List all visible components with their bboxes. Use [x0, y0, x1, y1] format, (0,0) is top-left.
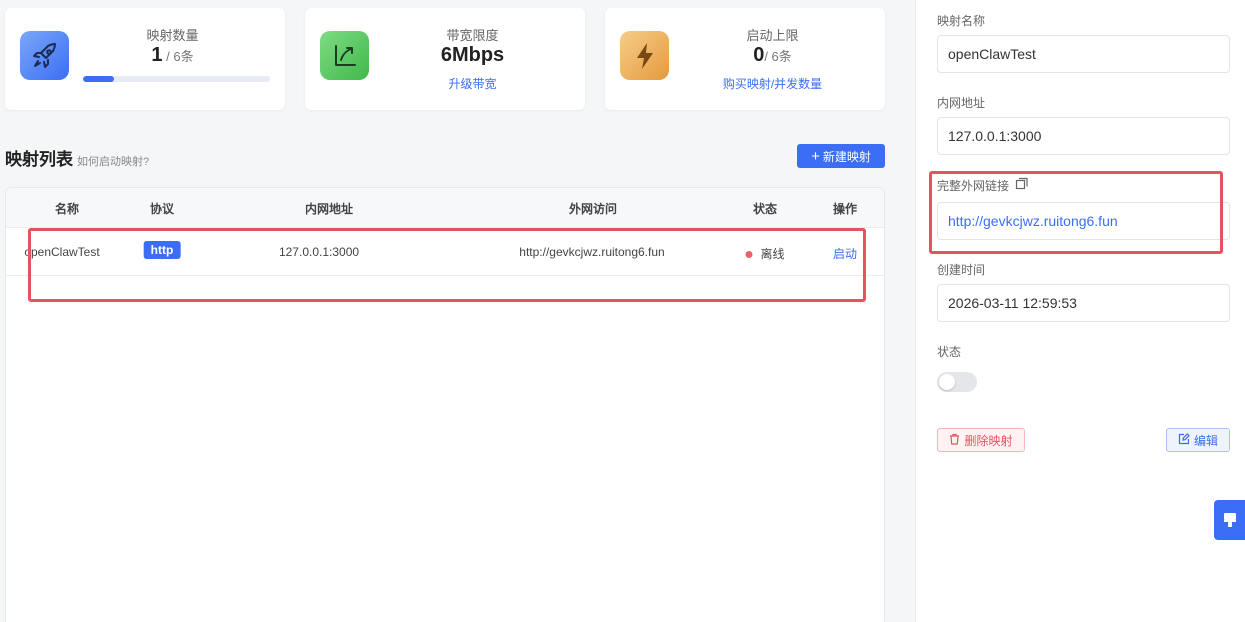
mapping-count-progress-fill	[83, 76, 115, 82]
bandwidth-content: 带宽限度 6Mbps 升级带宽	[375, 8, 570, 110]
mapping-list-title-text: 映射列表	[5, 150, 73, 169]
table-header: 名称 协议 内网地址 外网访问 状态 操作	[6, 188, 884, 228]
start-limit-suffix: / 6条	[764, 49, 792, 64]
created-time-field: 2026-03-11 12:59:53	[937, 284, 1230, 322]
new-mapping-button[interactable]: + 新建映射	[797, 144, 885, 168]
status-toggle[interactable]	[937, 372, 977, 392]
mapping-list-title: 映射列表 如何启动映射?	[5, 145, 149, 170]
start-limit-content: 启动上限 0/ 6条 购买映射/并发数量	[675, 8, 870, 110]
how-to-start-link[interactable]: 如何启动映射?	[77, 156, 149, 168]
mapping-count-progress	[83, 76, 270, 82]
highlight-box-link	[929, 171, 1223, 254]
buy-mapping-link[interactable]: 购买映射/并发数量	[675, 75, 870, 92]
mapping-count-label: 映射数量	[146, 28, 199, 43]
highlight-box-row	[28, 228, 866, 302]
name-field[interactable]: openClawTest	[937, 35, 1230, 73]
column-header-internal: 内网地址	[304, 202, 354, 216]
start-limit-value-line: 0/ 6条	[675, 44, 870, 67]
start-limit-value: 0	[753, 44, 765, 66]
edit-button-label: 编辑	[1193, 433, 1218, 448]
delete-mapping-button[interactable]: 删除映射	[937, 428, 1025, 452]
column-header-protocol: 协议	[149, 202, 175, 216]
name-label: 映射名称	[937, 14, 986, 28]
lightning-icon	[620, 31, 669, 80]
start-limit-label: 启动上限	[746, 28, 799, 43]
detail-panel: 映射名称 openClawTest 内网地址 127.0.0.1:3000 完整…	[915, 0, 1245, 622]
rocket-icon	[20, 31, 69, 80]
trash-icon	[949, 433, 960, 448]
edit-button[interactable]: 编辑	[1166, 428, 1230, 452]
column-header-action: 操作	[832, 202, 858, 216]
mapping-count-value: 1	[151, 44, 163, 66]
internal-address-label: 内网地址	[937, 96, 986, 110]
bandwidth-value-line: 6Mbps	[375, 44, 570, 67]
column-header-external: 外网访问	[568, 202, 618, 216]
status-toggle-knob	[939, 374, 955, 390]
mapping-count-card: 映射数量 1 / 6条	[5, 8, 285, 110]
plus-icon: +	[811, 147, 820, 165]
start-limit-card: 启动上限 0/ 6条 购买映射/并发数量	[605, 8, 885, 110]
main-panel: 映射数量 1 / 6条 带宽限度 6Mbps 升级带宽 启动上限 0/ 6条 购…	[0, 0, 915, 622]
internal-address-field[interactable]: 127.0.0.1:3000	[937, 117, 1230, 155]
new-mapping-button-label: 新建映射	[822, 149, 871, 164]
edit-icon	[1178, 432, 1190, 448]
created-time-label: 创建时间	[937, 263, 986, 277]
chart-growth-icon	[320, 31, 369, 80]
bandwidth-label: 带宽限度	[446, 28, 499, 43]
mapping-count-suffix: / 6条	[162, 49, 194, 64]
delete-mapping-button-label: 删除映射	[964, 433, 1013, 448]
mapping-count-value-line: 1 / 6条	[75, 44, 270, 67]
mapping-count-content: 映射数量 1 / 6条	[75, 8, 270, 110]
bandwidth-card: 带宽限度 6Mbps 升级带宽	[305, 8, 585, 110]
bandwidth-value: 6Mbps	[440, 44, 505, 66]
column-header-status: 状态	[752, 202, 778, 216]
status-label: 状态	[937, 345, 962, 359]
upgrade-bandwidth-link[interactable]: 升级带宽	[375, 75, 570, 92]
column-header-name: 名称	[54, 202, 80, 216]
brush-icon[interactable]	[1214, 500, 1245, 540]
